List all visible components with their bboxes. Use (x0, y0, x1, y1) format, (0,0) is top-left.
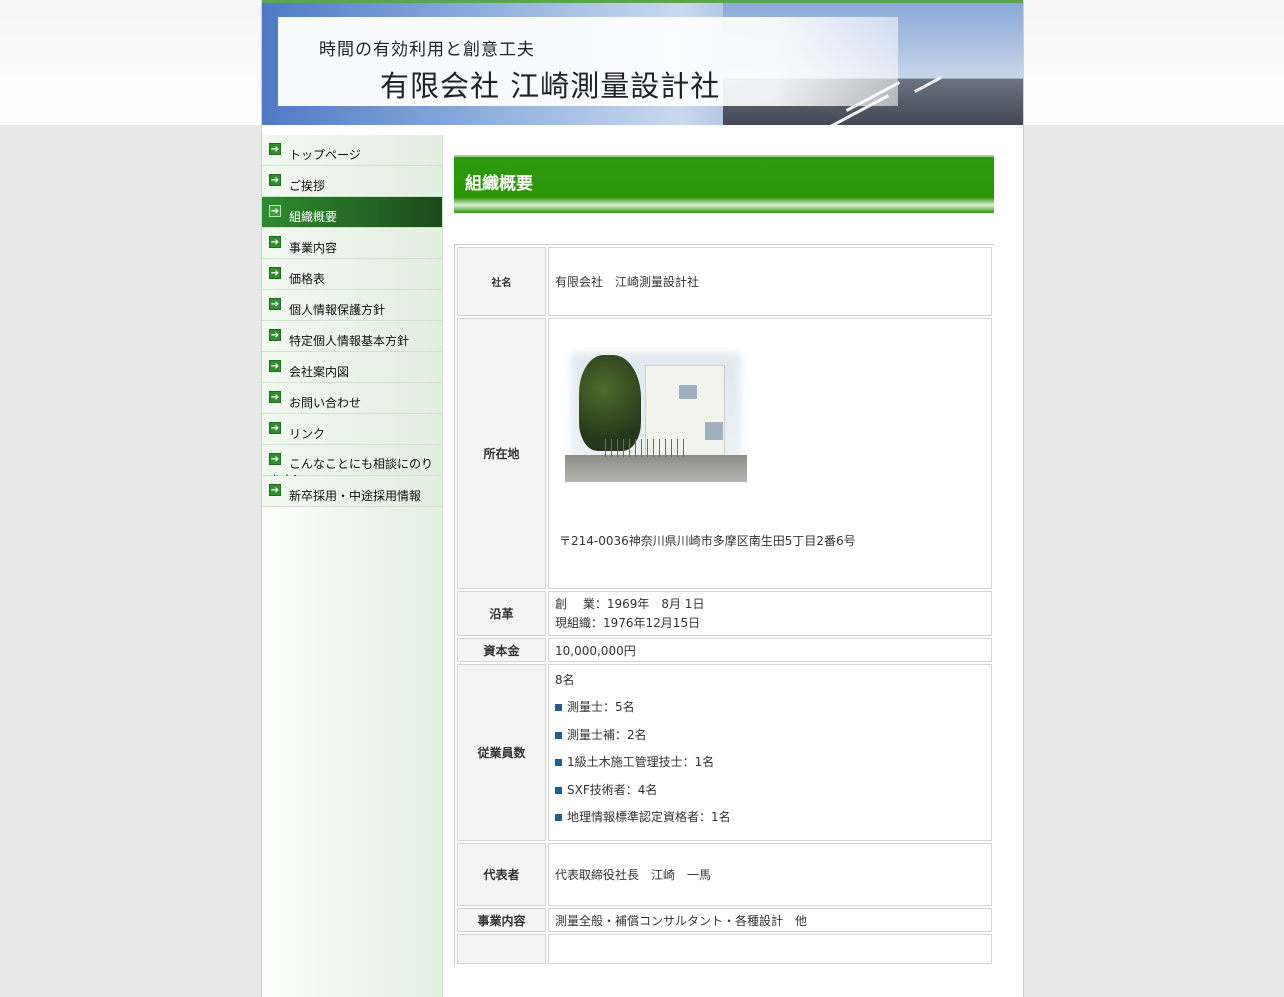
list-item: SXF技術者：4名 (555, 777, 985, 805)
capital-value: 10,000,000円 (548, 638, 992, 662)
office-building-photo (565, 347, 747, 482)
header-banner: 時間の有効利用と創意工夫 有限会社 江崎測量設計社 (262, 0, 1023, 125)
table-row: 代表者 代表取締役社長 江崎 一馬 (457, 843, 992, 906)
company-name-value: 有限会社 江崎測量設計社 (548, 247, 992, 316)
table-row (457, 934, 992, 964)
company-info-table: 社名 有限会社 江崎測量設計社 所在地 〒214-0036神奈川県川崎市多摩区南… (454, 244, 994, 966)
row-label: 事業内容 (457, 908, 546, 932)
site-tagline: 時間の有効利用と創意工夫 (319, 40, 535, 60)
sidebar-item-recruit[interactable]: ➔ 新卒採用・中途採用情報 (262, 476, 442, 507)
employees-list: 測量士：5名 測量士補：2名 1級土木施工管理技士：1名 SXF技術者：4名 地… (555, 694, 985, 832)
sidebar-item-map[interactable]: ➔ 会社案内図 (262, 352, 442, 383)
page-container: 時間の有効利用と創意工夫 有限会社 江崎測量設計社 ➔ トップページ ➔ ご挨拶… (261, 0, 1024, 997)
sidebar-item-label: 事業内容 (289, 241, 338, 255)
sidebar-item-label: 会社案内図 (289, 365, 350, 379)
sidebar-item-top[interactable]: ➔ トップページ (262, 135, 442, 166)
arrow-right-icon: ➔ (269, 329, 281, 341)
sidebar-item-label: リンク (289, 427, 326, 441)
table-row: 事業内容 測量全般・補償コンサルタント・各種設計 他 (457, 908, 992, 932)
history-cell: 創 業：1969年 8月 1日 現組織：1976年12月15日 (548, 591, 992, 636)
sidebar-item-label: 特定個人情報基本方針 (289, 334, 410, 348)
history-founded: 創 業：1969年 8月 1日 (555, 596, 705, 611)
arrow-right-icon: ➔ (269, 391, 281, 403)
sidebar-item-business[interactable]: ➔ 事業内容 (262, 228, 442, 259)
sidebar-item-organization[interactable]: ➔ 組織概要 (262, 197, 442, 228)
table-row: 所在地 〒214-0036神奈川県川崎市多摩区南生田5丁目2番6号 (457, 318, 992, 589)
table-row: 従業員数 8名 測量士：5名 測量士補：2名 1級土木施工管理技士：1名 SXF… (457, 664, 992, 841)
list-item: 地理情報標準認定資格者：1名 (555, 804, 985, 832)
arrow-right-icon: ➔ (269, 267, 281, 279)
sidebar-item-label: 価格表 (289, 272, 326, 286)
table-row: 社名 有限会社 江崎測量設計社 (457, 247, 992, 316)
sidebar-item-label: 個人情報保護方針 (289, 303, 386, 317)
sidebar-item-label: 新卒採用・中途採用情報 (289, 489, 422, 503)
arrow-right-icon: ➔ (269, 298, 281, 310)
sidebar-item-prices[interactable]: ➔ 価格表 (262, 259, 442, 290)
row-label: 社名 (457, 247, 546, 316)
history-reorganized: 現組織：1976年12月15日 (555, 615, 701, 630)
sidebar-item-label: お問い合わせ (289, 396, 362, 410)
address-value: 〒214-0036神奈川県川崎市多摩区南生田5丁目2番6号 (559, 534, 856, 548)
row-label: 資本金 (457, 638, 546, 662)
list-item: 測量士：5名 (555, 694, 985, 722)
row-label: 沿革 (457, 591, 546, 636)
sidebar-item-greeting[interactable]: ➔ ご挨拶 (262, 166, 442, 197)
arrow-right-icon: ➔ (269, 174, 281, 186)
row-label-empty (457, 934, 546, 964)
arrow-right-icon: ➔ (269, 236, 281, 248)
arrow-right-icon: ➔ (269, 484, 281, 496)
employees-cell: 8名 測量士：5名 測量士補：2名 1級土木施工管理技士：1名 SXF技術者：4… (548, 664, 992, 841)
row-label: 所在地 (457, 318, 546, 589)
arrow-right-icon: ➔ (269, 143, 281, 155)
empty-value (548, 934, 992, 964)
table-row: 沿革 創 業：1969年 8月 1日 現組織：1976年12月15日 (457, 591, 992, 636)
table-row: 資本金 10,000,000円 (457, 638, 992, 662)
sidebar-item-consult[interactable]: ➔ こんなことにも相談にのります！ (262, 445, 442, 487)
sidebar-item-privacy[interactable]: ➔ 個人情報保護方針 (262, 290, 442, 321)
sidebar-item-label: トップページ (289, 148, 361, 162)
address-cell: 〒214-0036神奈川県川崎市多摩区南生田5丁目2番6号 (548, 318, 992, 589)
list-item: 測量士補：2名 (555, 722, 985, 750)
representative-value: 代表取締役社長 江崎 一馬 (548, 843, 992, 906)
page-title: 組織概要 (454, 155, 994, 213)
sidebar-item-specific-privacy[interactable]: ➔ 特定個人情報基本方針 (262, 321, 442, 352)
main-content: 組織概要 社名 有限会社 江崎測量設計社 所在地 〒214-0036神奈川県川崎… (454, 155, 994, 966)
arrow-right-icon: ➔ (269, 422, 281, 434)
arrow-right-icon: ➔ (269, 360, 281, 372)
row-label: 代表者 (457, 843, 546, 906)
sidebar-item-label: 組織概要 (289, 210, 338, 224)
arrow-right-icon: ➔ (269, 205, 281, 217)
business-value: 測量全般・補償コンサルタント・各種設計 他 (548, 908, 992, 932)
sidebar-item-label: ご挨拶 (289, 179, 326, 193)
site-title[interactable]: 有限会社 江崎測量設計社 (380, 63, 720, 105)
employees-total: 8名 (555, 673, 575, 687)
list-item: 1級土木施工管理技士：1名 (555, 749, 985, 777)
sidebar-nav: ➔ トップページ ➔ ご挨拶 ➔ 組織概要 ➔ 事業内容 ➔ 価格表 ➔ 個人情… (262, 135, 443, 997)
row-label: 従業員数 (457, 664, 546, 841)
sidebar-item-contact[interactable]: ➔ お問い合わせ (262, 383, 442, 414)
sidebar-item-links[interactable]: ➔ リンク (262, 414, 442, 445)
